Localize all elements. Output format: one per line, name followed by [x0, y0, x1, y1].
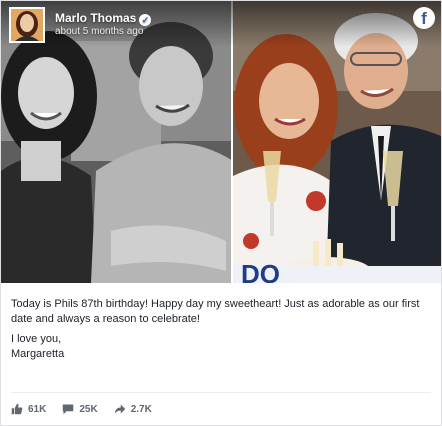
author-name[interactable]: Marlo Thomas	[55, 11, 136, 25]
divider	[11, 392, 431, 393]
post-timestamp[interactable]: about 5 months ago	[55, 26, 143, 38]
avatar-portrait-icon	[11, 9, 43, 41]
like-count: 61K	[28, 403, 47, 415]
thumbs-up-icon	[11, 403, 23, 415]
post-text-line: I love you,	[11, 333, 62, 345]
facebook-logo-icon: f	[413, 7, 435, 29]
avatar[interactable]	[9, 7, 45, 43]
like-button[interactable]: 61K	[11, 403, 46, 415]
engagement-stats: 61K 25K 2.7K	[11, 401, 431, 417]
facebook-post-card: DO Marlo Thomas ✓ about 5 months ago f To…	[0, 0, 442, 426]
comment-count: 25K	[79, 403, 98, 415]
post-photo[interactable]: DO Marlo Thomas ✓ about 5 months ago f	[1, 1, 441, 283]
author-name-row[interactable]: Marlo Thomas ✓	[55, 11, 152, 26]
post-text: Today is Phils 87th birthday! Happy day …	[11, 297, 431, 362]
verified-check-icon: ✓	[139, 14, 152, 26]
svg-text:DO: DO	[241, 259, 280, 283]
share-count: 2.7K	[130, 403, 152, 415]
post-text-paragraph: Today is Phils 87th birthday! Happy day …	[11, 298, 420, 325]
share-button[interactable]: 2.7K	[114, 403, 152, 415]
post-text-signature: Margaretta	[11, 348, 65, 360]
share-arrow-icon	[114, 404, 125, 414]
comment-button[interactable]: 25K	[62, 403, 98, 415]
comment-bubble-icon	[63, 404, 74, 415]
